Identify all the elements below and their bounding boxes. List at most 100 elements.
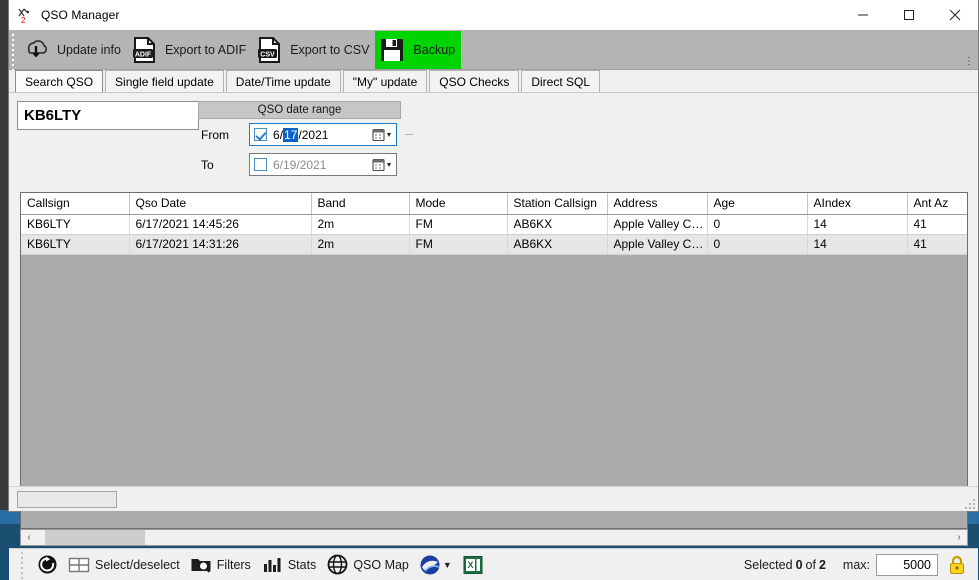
- backup-button[interactable]: Backup: [375, 30, 462, 69]
- search-qso-panel: QSO date range From 6/17/2021: [9, 93, 978, 580]
- main-toolbar: Update info ADIF Export to ADIF CSV Expo…: [9, 30, 978, 71]
- google-earth-dropdown-arrow-icon[interactable]: ▼: [443, 560, 452, 570]
- export-to-adif-button[interactable]: ADIF Export to ADIF: [127, 31, 252, 69]
- refresh-circle-icon: [36, 554, 58, 576]
- minimize-button[interactable]: [840, 0, 886, 30]
- qso-results-grid[interactable]: Callsign Qso Date Band Mode Station Call…: [20, 192, 968, 529]
- cell-station-callsign: AB6KX: [507, 234, 608, 255]
- from-calendar-dropdown-button[interactable]: [371, 124, 395, 145]
- from-month: 6: [273, 127, 280, 142]
- google-earth-button[interactable]: ▼: [414, 550, 457, 580]
- cell-aindex: 14: [807, 234, 908, 255]
- tab-direct-sql[interactable]: Direct SQL: [521, 70, 601, 92]
- qso-date-range-header: QSO date range: [198, 101, 401, 119]
- tab-label: Single field update: [115, 74, 214, 89]
- callsign-input[interactable]: [17, 101, 199, 130]
- excel-icon: X: [462, 554, 484, 576]
- cell-age: 0: [707, 214, 808, 235]
- from-date-text: 6/17/2021: [273, 127, 329, 142]
- globe-icon: [326, 554, 348, 576]
- stats-label: Stats: [287, 557, 317, 572]
- max-label: max:: [842, 557, 870, 572]
- cell-qso-date: 6/17/2021 14:45:26: [129, 214, 312, 235]
- max-records-input[interactable]: [876, 553, 938, 576]
- table-row[interactable]: KB6LTY 6/17/2021 14:45:26 2m FM AB6KX Ap…: [21, 214, 967, 235]
- refresh-button[interactable]: [31, 550, 63, 580]
- tab-search-qso[interactable]: Search QSO: [15, 70, 104, 92]
- cell-qso-date: 6/17/2021 14:31:26: [129, 234, 312, 255]
- close-button[interactable]: [932, 0, 978, 30]
- cell-callsign: KB6LTY: [21, 234, 130, 255]
- table-row[interactable]: KB6LTY 6/17/2021 14:31:26 2m FM AB6KX Ap…: [21, 234, 967, 255]
- to-date-row: To 6/19/2021: [201, 153, 397, 176]
- tab-qso-checks[interactable]: QSO Checks: [429, 70, 520, 92]
- update-info-button[interactable]: Update info: [19, 31, 127, 69]
- bottom-toolbar-grip[interactable]: [21, 551, 25, 579]
- google-earth-icon: [419, 554, 441, 576]
- cell-band: 2m: [311, 214, 410, 235]
- column-header-age[interactable]: Age: [707, 193, 808, 215]
- svg-text:CSV: CSV: [261, 51, 276, 58]
- select-deselect-label: Select/deselect: [95, 557, 180, 572]
- background-window-edge: [0, 0, 8, 524]
- tab-label: Date/Time update: [235, 74, 331, 89]
- column-header-ant-az[interactable]: Ant Az: [907, 193, 967, 215]
- to-label: To: [201, 157, 214, 172]
- tab-label: "My" update: [352, 74, 418, 89]
- from-day[interactable]: 17: [283, 127, 299, 142]
- tab-label: QSO Checks: [439, 74, 510, 89]
- scrollbar-thumb[interactable]: [45, 530, 145, 545]
- qso-map-button[interactable]: QSO Map: [321, 550, 414, 580]
- column-header-mode[interactable]: Mode: [409, 193, 508, 215]
- window-controls: [840, 0, 978, 30]
- column-header-address[interactable]: Address: [607, 193, 708, 215]
- resize-grip-icon[interactable]: [963, 497, 975, 509]
- table-header-row: Callsign Qso Date Band Mode Station Call…: [21, 193, 967, 215]
- svg-text:ADIF: ADIF: [135, 51, 152, 58]
- maximize-button[interactable]: [886, 0, 932, 30]
- window-title: QSO Manager: [41, 8, 120, 22]
- column-header-station-callsign[interactable]: Station Callsign: [507, 193, 608, 215]
- tab-date-time-update[interactable]: Date/Time update: [225, 70, 341, 92]
- column-header-aindex[interactable]: AIndex: [807, 193, 908, 215]
- excel-export-button[interactable]: X: [457, 550, 489, 580]
- to-date-field[interactable]: 6/19/2021: [249, 153, 397, 176]
- from-date-checkbox[interactable]: [254, 128, 267, 141]
- filter-folder-icon: [190, 554, 212, 576]
- toolbar-overflow-button[interactable]: ⋮: [964, 56, 974, 67]
- filters-button[interactable]: Filters: [185, 550, 256, 580]
- scroll-left-arrow-icon[interactable]: ‹: [21, 530, 37, 545]
- column-header-qso-date[interactable]: Qso Date: [129, 193, 312, 215]
- export-to-csv-label: Export to CSV: [290, 42, 370, 57]
- cell-mode: FM: [409, 234, 508, 255]
- selection-status: Selected 0 of 2 max:: [743, 553, 978, 576]
- cell-address: Apple Valley C…: [607, 214, 708, 235]
- column-header-callsign[interactable]: Callsign: [21, 193, 130, 215]
- column-header-band[interactable]: Band: [311, 193, 410, 215]
- padlock-icon[interactable]: [946, 554, 968, 576]
- to-date-checkbox[interactable]: [254, 158, 267, 171]
- cloud-download-icon: [21, 35, 51, 65]
- to-date-text: 6/19/2021: [273, 157, 327, 172]
- titlebar[interactable]: 2 QSO Manager: [9, 0, 978, 30]
- tab-single-field-update[interactable]: Single field update: [105, 70, 224, 92]
- stats-button[interactable]: Stats: [256, 550, 322, 580]
- from-date-field[interactable]: 6/17/2021: [249, 123, 397, 146]
- tab-strip: Search QSO Single field update Date/Time…: [9, 70, 978, 93]
- select-deselect-button[interactable]: Select/deselect: [63, 550, 185, 580]
- export-to-csv-button[interactable]: CSV Export to CSV: [252, 31, 375, 69]
- tab-my-update[interactable]: "My" update: [342, 70, 428, 92]
- selected-label: Selected: [743, 557, 793, 572]
- cell-age: 0: [707, 234, 808, 255]
- status-message-field: [17, 490, 117, 508]
- adif-file-icon: ADIF: [129, 35, 159, 65]
- to-calendar-dropdown-button[interactable]: [371, 154, 395, 175]
- grid-horizontal-scrollbar[interactable]: ‹ ›: [20, 529, 968, 546]
- toolbar-drag-grip[interactable]: [12, 34, 16, 71]
- backup-label: Backup: [413, 42, 456, 57]
- from-label: From: [201, 127, 229, 142]
- qso-map-label: QSO Map: [353, 557, 409, 572]
- scrollbar-track[interactable]: [37, 530, 951, 545]
- select-deselect-icon: [68, 554, 90, 576]
- scroll-right-arrow-icon[interactable]: ›: [951, 530, 967, 545]
